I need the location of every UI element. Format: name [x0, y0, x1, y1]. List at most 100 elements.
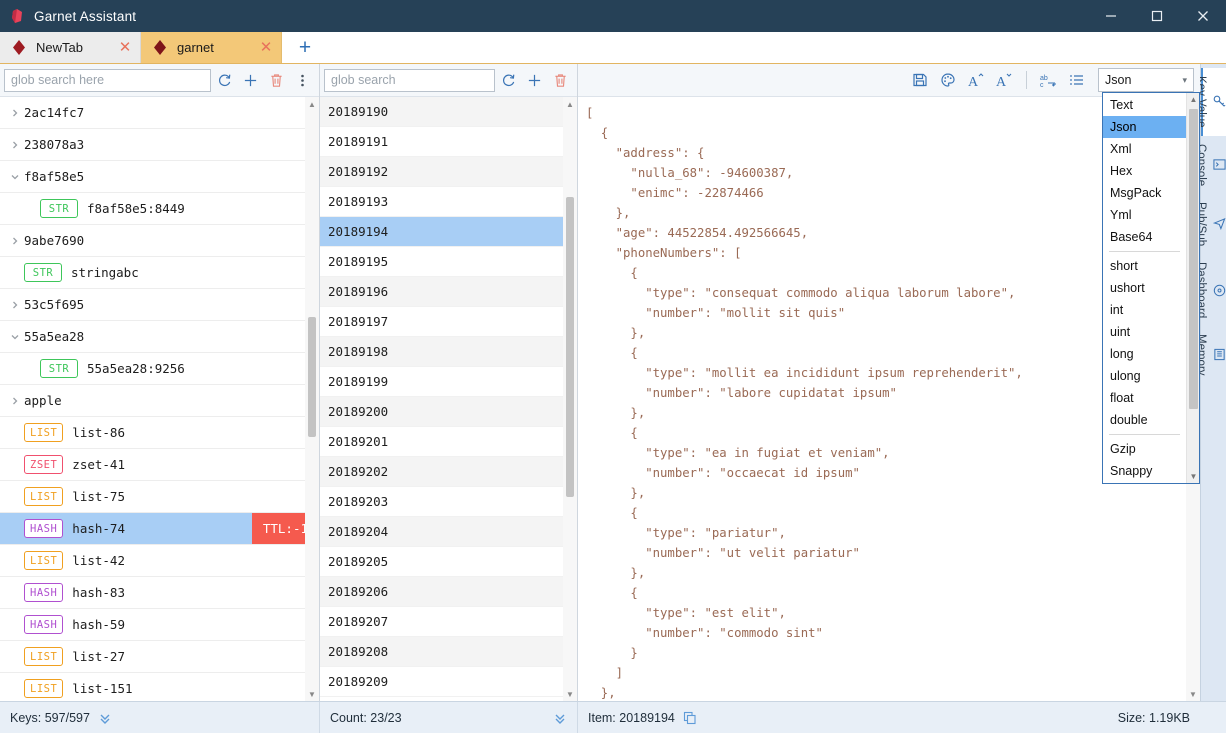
format-dropdown[interactable]: TextJsonXmlHexMsgPackYmlBase64 shortushor…: [1102, 92, 1200, 484]
item-list-row[interactable]: 20189203: [320, 487, 577, 517]
key-tree-row[interactable]: LISTlist-75: [0, 481, 319, 513]
refresh-icon[interactable]: [211, 67, 237, 93]
key-tree-row[interactable]: f8af58e5: [0, 161, 319, 193]
format-option-gzip[interactable]: Gzip: [1103, 438, 1186, 460]
key-tree-row[interactable]: HASHhash-83: [0, 577, 319, 609]
key-tree-row[interactable]: STRstringabc: [0, 257, 319, 289]
tab-close-icon[interactable]: ✕: [114, 36, 136, 60]
word-wrap-icon[interactable]: ab c: [1036, 67, 1062, 93]
add-icon[interactable]: [237, 67, 263, 93]
format-option-long[interactable]: long: [1103, 343, 1186, 365]
item-list-row[interactable]: 20189209: [320, 667, 577, 697]
key-tree-row[interactable]: LISTlist-27: [0, 641, 319, 673]
key-tree-row[interactable]: STRf8af58e5:8449: [0, 193, 319, 225]
format-option-uint[interactable]: uint: [1103, 321, 1186, 343]
item-list-row[interactable]: 20189199: [320, 367, 577, 397]
save-icon[interactable]: [907, 67, 933, 93]
key-tree-row[interactable]: 53c5f695: [0, 289, 319, 321]
item-list-row[interactable]: 20189195: [320, 247, 577, 277]
add-icon[interactable]: [521, 67, 547, 93]
chevron-right-icon[interactable]: [6, 396, 24, 406]
key-tree-row[interactable]: STR55a5ea28:9256: [0, 353, 319, 385]
key-tree-row[interactable]: LISTlist-42: [0, 545, 319, 577]
item-list-row[interactable]: 20189193: [320, 187, 577, 217]
format-option-int[interactable]: int: [1103, 299, 1186, 321]
key-tree-row[interactable]: LISTlist-86: [0, 417, 319, 449]
key-tree-row[interactable]: ZSETzset-41: [0, 449, 319, 481]
item-list-row[interactable]: 20189205: [320, 547, 577, 577]
chevron-right-icon[interactable]: [6, 300, 24, 310]
item-list-row[interactable]: 20189198: [320, 337, 577, 367]
rail-item-memory[interactable]: Memory: [1201, 326, 1226, 384]
format-option-ulong[interactable]: ulong: [1103, 365, 1186, 387]
scrollbar-thumb[interactable]: [1189, 109, 1198, 409]
scroll-down-icon[interactable]: ▼: [1187, 470, 1200, 483]
items-search-input[interactable]: [324, 69, 495, 92]
item-list-row[interactable]: 20189196: [320, 277, 577, 307]
format-option-short[interactable]: short: [1103, 255, 1186, 277]
item-list-row[interactable]: 20189204: [320, 517, 577, 547]
item-list-row[interactable]: 20189202: [320, 457, 577, 487]
format-option-double[interactable]: double: [1103, 409, 1186, 431]
key-tree-scrollbar[interactable]: ▲ ▼: [305, 97, 319, 701]
maximize-button[interactable]: [1134, 0, 1180, 32]
chevron-double-down-icon[interactable]: [553, 711, 567, 725]
tab-newtab[interactable]: NewTab ✕: [0, 32, 141, 63]
key-tree-row[interactable]: HASHhash-59: [0, 609, 319, 641]
tab-close-icon[interactable]: ✕: [255, 36, 277, 60]
tab-garnet[interactable]: garnet ✕: [141, 32, 282, 63]
key-tree[interactable]: 2ac14fc7238078a3f8af58e5STRf8af58e5:8449…: [0, 97, 319, 701]
item-list-row[interactable]: 20189201: [320, 427, 577, 457]
key-tree-row[interactable]: LISTlist-151: [0, 673, 319, 701]
copy-icon[interactable]: [683, 711, 697, 725]
format-option-base64[interactable]: Base64: [1103, 226, 1186, 248]
chevron-down-icon[interactable]: [6, 172, 24, 182]
format-option-float[interactable]: float: [1103, 387, 1186, 409]
chevron-double-down-icon[interactable]: [98, 711, 112, 725]
scroll-down-icon[interactable]: ▼: [563, 687, 577, 701]
delete-icon[interactable]: [547, 67, 573, 93]
item-list-row[interactable]: 20189190: [320, 97, 577, 127]
key-tree-row[interactable]: HASHhash-74TTL:-1: [0, 513, 319, 545]
chevron-right-icon[interactable]: [6, 236, 24, 246]
rail-item-console[interactable]: Console: [1201, 136, 1226, 194]
format-select[interactable]: Json ▾: [1098, 68, 1194, 92]
format-option-yml[interactable]: Yml: [1103, 204, 1186, 226]
item-list[interactable]: 2018919020189191201891922018919320189194…: [320, 97, 577, 701]
item-list-row[interactable]: 20189206: [320, 577, 577, 607]
refresh-icon[interactable]: [495, 67, 521, 93]
format-option-json[interactable]: Json: [1103, 116, 1186, 138]
item-list-row[interactable]: 20189194: [320, 217, 577, 247]
keys-search-input[interactable]: [4, 69, 211, 92]
format-option-hex[interactable]: Hex: [1103, 160, 1186, 182]
chevron-right-icon[interactable]: [6, 108, 24, 118]
key-tree-row[interactable]: 9abe7690: [0, 225, 319, 257]
chevron-down-icon[interactable]: [6, 332, 24, 342]
new-tab-button[interactable]: +: [282, 32, 328, 63]
item-list-row[interactable]: 20189192: [320, 157, 577, 187]
format-option-msgpack[interactable]: MsgPack: [1103, 182, 1186, 204]
font-increase-icon[interactable]: A: [963, 67, 989, 93]
key-tree-row[interactable]: 2ac14fc7: [0, 97, 319, 129]
item-list-row[interactable]: 20189191: [320, 127, 577, 157]
format-dropdown-scrollbar[interactable]: ▲ ▼: [1186, 93, 1199, 483]
item-list-row[interactable]: 20189200: [320, 397, 577, 427]
format-option-ushort[interactable]: ushort: [1103, 277, 1186, 299]
more-options-icon[interactable]: [289, 67, 315, 93]
key-tree-row[interactable]: 55a5ea28: [0, 321, 319, 353]
close-button[interactable]: [1180, 0, 1226, 32]
scroll-down-icon[interactable]: ▼: [305, 687, 319, 701]
chevron-down-icon[interactable]: ▾: [1182, 75, 1187, 86]
scroll-down-icon[interactable]: ▼: [1186, 687, 1200, 701]
scrollbar-thumb[interactable]: [308, 317, 316, 437]
item-list-scrollbar[interactable]: ▲ ▼: [563, 97, 577, 701]
palette-icon[interactable]: [935, 67, 961, 93]
chevron-right-icon[interactable]: [6, 140, 24, 150]
format-list-icon[interactable]: [1064, 67, 1090, 93]
rail-item-pubsub[interactable]: Pub/Sub: [1201, 194, 1226, 254]
key-tree-row[interactable]: apple: [0, 385, 319, 417]
format-option-xml[interactable]: Xml: [1103, 138, 1186, 160]
item-list-row[interactable]: 20189197: [320, 307, 577, 337]
scrollbar-thumb[interactable]: [566, 197, 574, 497]
format-option-text[interactable]: Text: [1103, 94, 1186, 116]
